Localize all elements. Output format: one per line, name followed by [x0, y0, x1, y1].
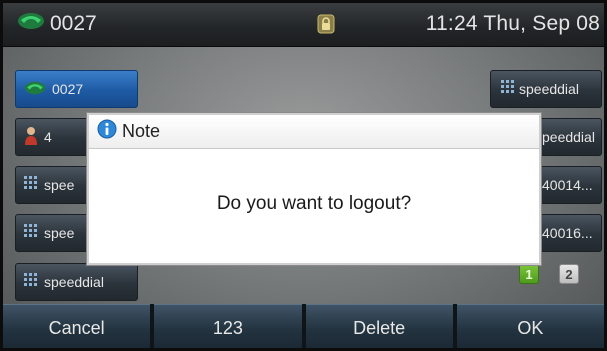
- softkey-bar: Cancel 123 Delete OK: [3, 304, 604, 348]
- line-key-label: 4: [44, 129, 52, 145]
- contact-icon: [24, 126, 38, 149]
- speeddial-icon: [24, 272, 38, 292]
- line-key-label: 40016...: [542, 225, 593, 241]
- speeddial-icon: [24, 223, 38, 243]
- date-time: 11:24 Thu, Sep 08: [425, 12, 600, 35]
- delete-button[interactable]: Delete: [305, 304, 453, 348]
- line-key-speeddial[interactable]: spee: [15, 166, 91, 204]
- line-key-label: speeddial: [519, 81, 579, 97]
- dialog-header: Note: [89, 115, 539, 149]
- dialog-title: Note: [122, 121, 161, 141]
- logout-dialog: Note Do you want to logout?: [87, 113, 541, 265]
- ok-button[interactable]: OK: [456, 304, 604, 348]
- line-key-0027[interactable]: 0027: [15, 70, 138, 108]
- speeddial-icon: [24, 175, 38, 195]
- line-key-speeddial-right[interactable]: speeddial: [490, 70, 602, 108]
- line-key-speeddial[interactable]: speeddial: [15, 263, 138, 301]
- line-key-right[interactable]: 40016...: [539, 214, 602, 252]
- line-key-label: spee: [44, 225, 75, 241]
- dialog-message: Do you want to logout?: [216, 193, 412, 214]
- page-2-button[interactable]: 2: [559, 264, 579, 284]
- status-bar: 0027 11:24 Thu, Sep 08: [3, 3, 604, 47]
- line-key-label: spee: [44, 177, 75, 193]
- numeric-button[interactable]: 123: [154, 304, 302, 348]
- line-key-label: speeddial: [44, 274, 104, 290]
- page-1-button[interactable]: 1: [519, 264, 539, 284]
- phone-icon: [24, 81, 46, 98]
- line-key-right[interactable]: 40014...: [539, 166, 602, 204]
- line-key-label: 40014...: [542, 177, 593, 193]
- line-key-label: 0027: [52, 81, 84, 97]
- line-key-speeddial[interactable]: spee: [15, 214, 91, 252]
- line-key-right[interactable]: peeddial: [539, 118, 602, 156]
- phone-icon: [17, 12, 45, 36]
- status-line: 0027: [17, 12, 97, 36]
- info-icon: [97, 119, 117, 144]
- phone-screen: 0027 11:24 Thu, Sep 08 0027 4 spee spee …: [0, 0, 607, 351]
- speeddial-icon: [501, 79, 515, 99]
- cancel-button[interactable]: Cancel: [3, 304, 151, 348]
- line-key-label: peeddial: [542, 129, 595, 145]
- status-line-label: 0027: [50, 12, 97, 35]
- lock-icon: [317, 14, 335, 40]
- line-key-contact[interactable]: 4: [15, 118, 91, 156]
